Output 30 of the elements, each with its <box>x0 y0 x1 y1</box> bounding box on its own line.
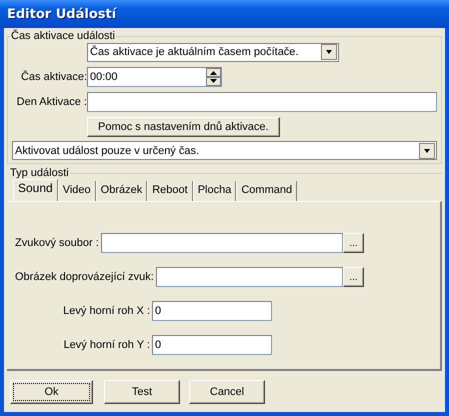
dialog-button[interactable]: Test <box>104 380 180 404</box>
browse-button[interactable]: ... <box>343 233 364 253</box>
coordinate-field[interactable]: 0 <box>152 335 272 355</box>
mode-dropdown[interactable]: Čas aktivace je aktuálním časem počítače. <box>87 42 339 62</box>
time-field[interactable]: 00:00 <box>87 67 222 87</box>
field-label: Zvukový soubor : <box>15 237 100 249</box>
repeat-dropdown[interactable]: Aktivovat událost pouze v určený čas. <box>12 141 437 160</box>
spinner-icon[interactable] <box>206 68 221 86</box>
group-title: Čas aktivace události <box>10 30 116 42</box>
tab[interactable]: Sound <box>13 179 58 201</box>
help-button[interactable]: Pomoc s nastavením dnů aktivace. <box>87 117 280 137</box>
tab[interactable]: Plocha <box>192 181 236 201</box>
coordinate-field[interactable]: 0 <box>152 301 272 321</box>
field-label: Den Aktivace : <box>16 96 87 108</box>
field-label: Čas aktivace: <box>20 71 87 83</box>
file-path-field[interactable] <box>156 267 343 287</box>
tab[interactable]: Video <box>58 181 96 201</box>
window-title: Editor Událostí <box>7 6 116 22</box>
field-label: Levý horní roh Y : <box>62 339 151 351</box>
day-field[interactable] <box>87 92 437 112</box>
field-label: Levý horní roh X : <box>62 305 151 317</box>
group-title: Typ události <box>9 167 70 179</box>
field-label: Obrázek doprovázející zvuk: <box>15 271 155 283</box>
dialog-button[interactable]: Cancel <box>189 380 265 404</box>
file-path-field[interactable] <box>100 233 343 253</box>
dialog-button[interactable]: Ok <box>10 380 93 404</box>
tab[interactable]: Command <box>236 181 298 201</box>
browse-button[interactable]: ... <box>343 267 364 287</box>
tab[interactable]: Reboot <box>147 181 193 201</box>
tab[interactable]: Obrázek <box>96 181 148 201</box>
